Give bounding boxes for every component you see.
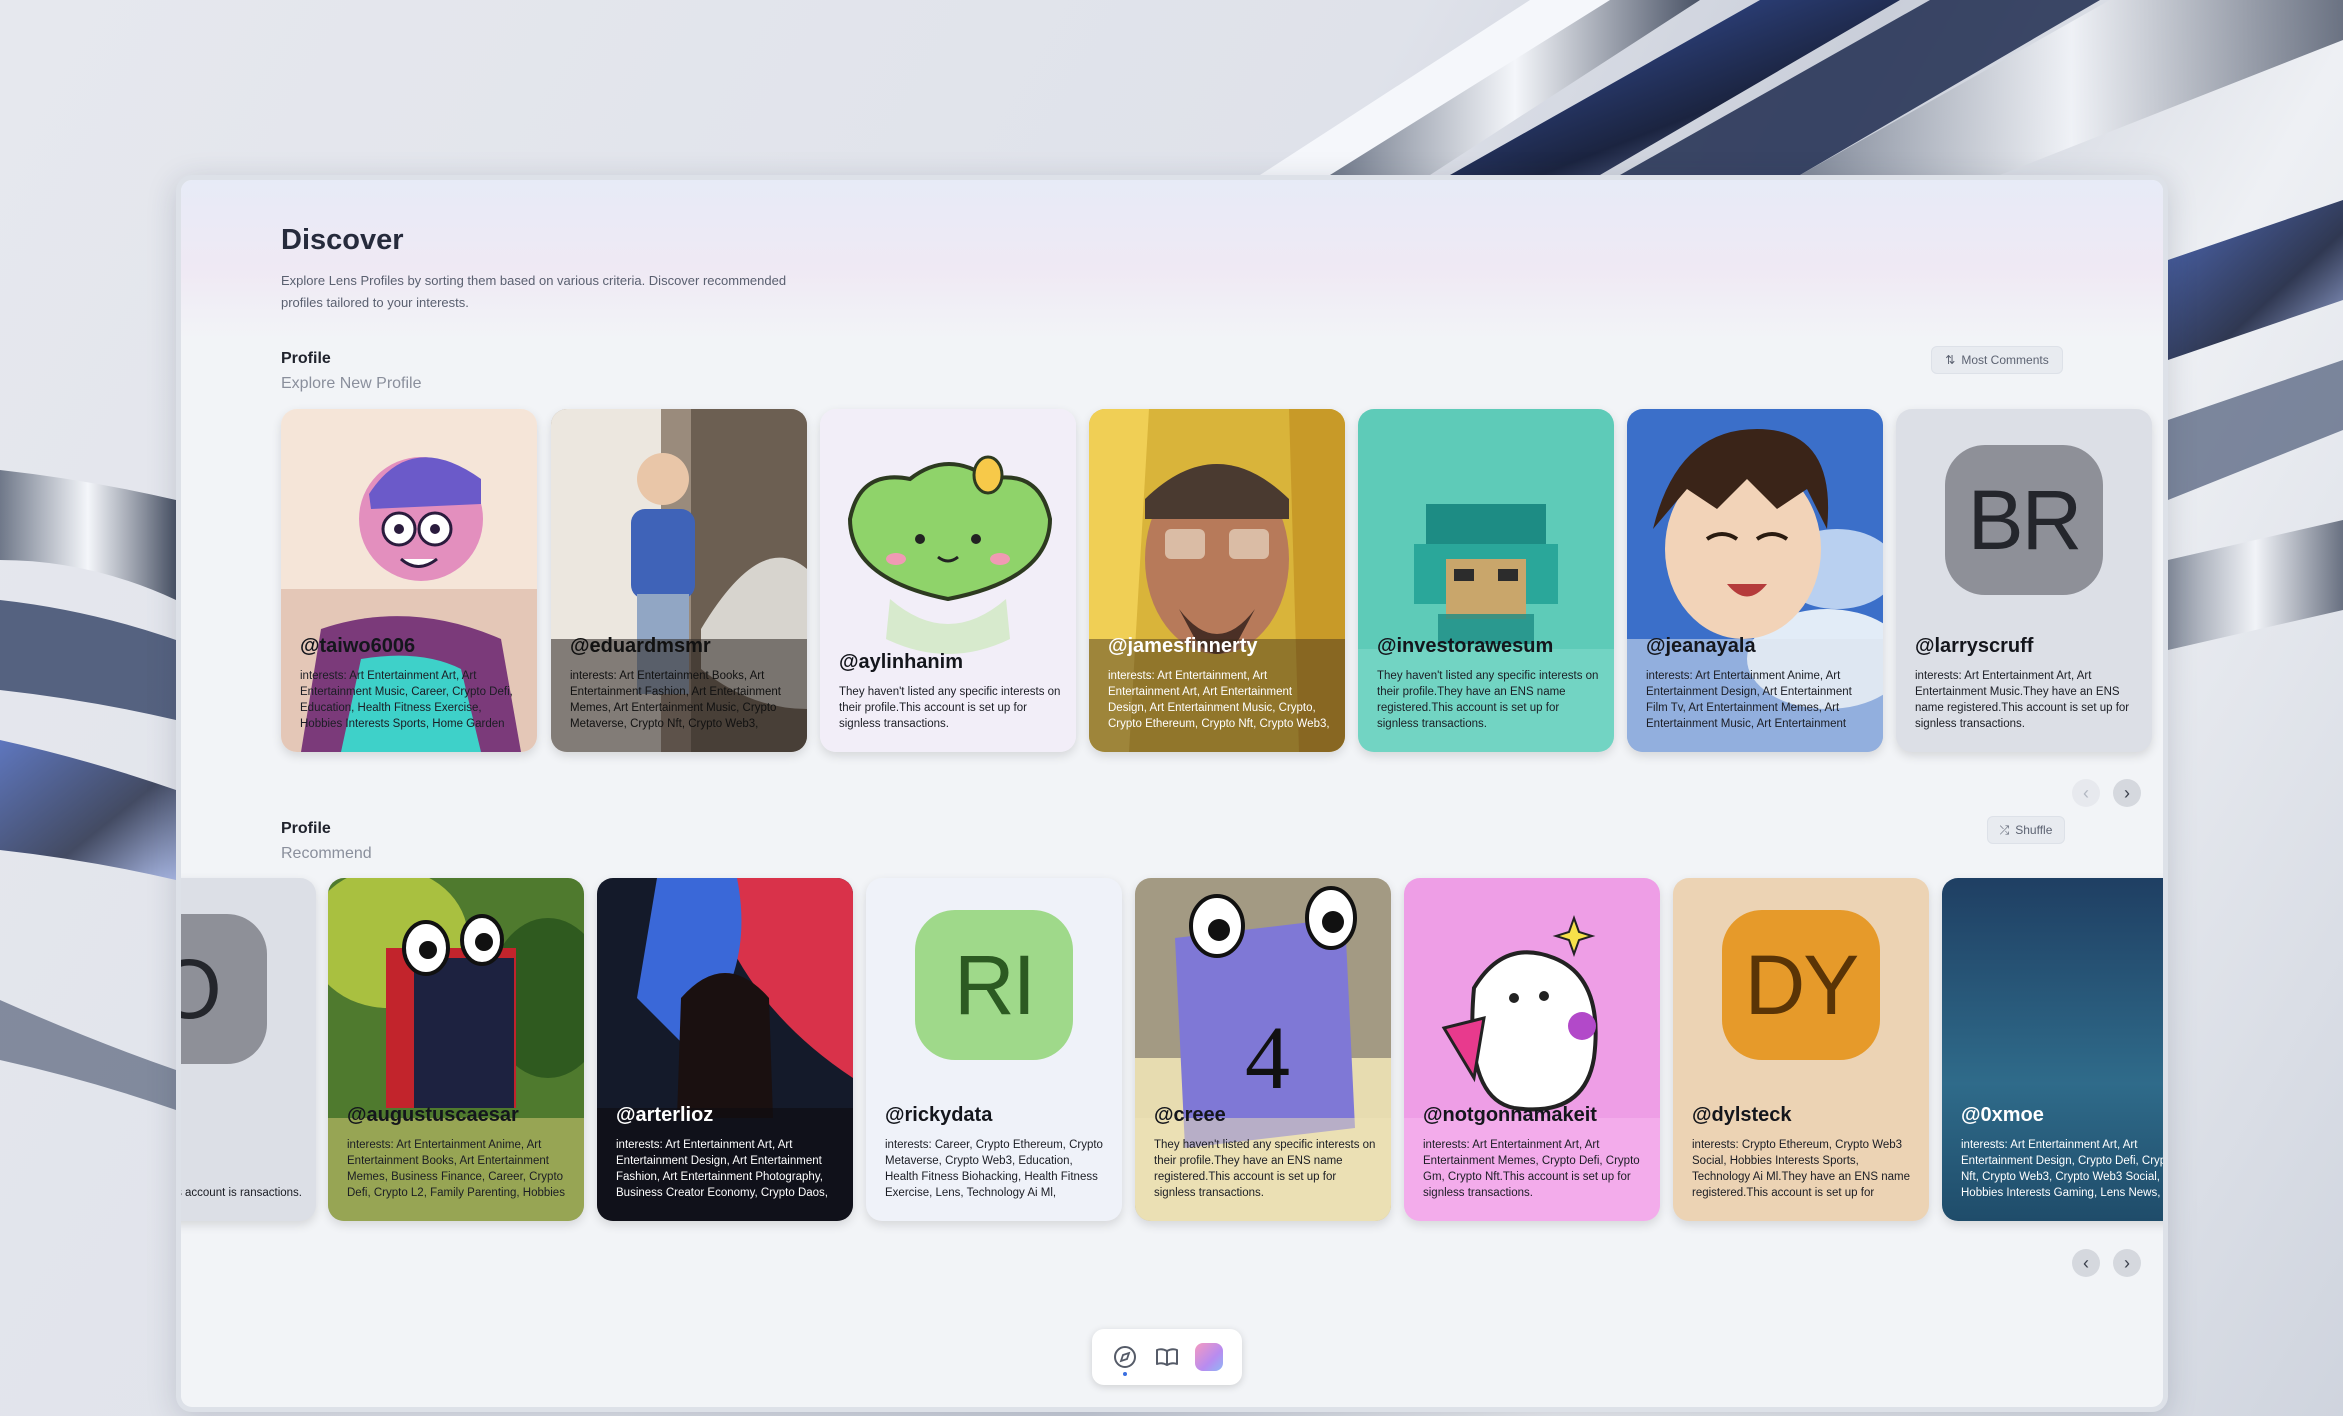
profile-bio: interests: Career, Crypto Ethereum, Cryp… (885, 1139, 1103, 1199)
avatar (1195, 1343, 1223, 1371)
compass-icon (1114, 1346, 1136, 1368)
section-explore-title: Profile (281, 350, 331, 367)
profile-card[interactable]: @jamesfinnerty interests: Art Entertainm… (1089, 409, 1345, 752)
profile-bio: interests: Art Entertainment Art, Art En… (616, 1139, 828, 1199)
profile-info: @arterlioz interests: Art Entertainment … (616, 1104, 839, 1201)
explore-profile-row: @taiwo6006 interests: Art Entertainment … (281, 409, 2163, 752)
profile-handle: @augustuscaesar (347, 1104, 519, 1126)
profile-handle: @arterlioz (616, 1104, 714, 1126)
dock-discover-button[interactable] (1108, 1340, 1142, 1376)
recommend-next-button[interactable]: › (2113, 1249, 2141, 1277)
profile-bio: coin.This account is ransactions. (176, 1187, 302, 1199)
profile-info: @larryscruff interests: Art Entertainmen… (1915, 635, 2138, 732)
dock-library-button[interactable] (1150, 1340, 1184, 1374)
bottom-dock (1092, 1329, 1242, 1385)
profile-handle: @investorawesum (1377, 635, 1554, 657)
profile-info: @rickydata interests: Career, Crypto Eth… (885, 1104, 1108, 1201)
profile-initials-avatar: O (181, 914, 267, 1064)
page-description: Explore Lens Profiles by sorting them ba… (281, 273, 787, 310)
active-indicator (1123, 1372, 1127, 1376)
app-window: Discover Explore Lens Profiles by sortin… (176, 175, 2168, 1412)
profile-bio: interests: Art Entertainment Books, Art … (570, 670, 781, 730)
profile-info: @jamesfinnerty interests: Art Entertainm… (1108, 635, 1331, 732)
recommend-profile-row: O coin.This account is ransactions. @aug… (181, 878, 2167, 1221)
sort-icon: ⇅ (1945, 353, 1956, 367)
profile-card[interactable]: 4 @creee They haven't listed any specifi… (1135, 878, 1391, 1221)
profile-card[interactable]: @notgonnamakeit interests: Art Entertain… (1404, 878, 1660, 1221)
profile-bio: interests: Art Entertainment Art, Art En… (300, 670, 513, 730)
profile-info: @eduardmsmr interests: Art Entertainment… (570, 635, 793, 732)
profile-handle: @rickydata (885, 1104, 993, 1126)
profile-handle: @larryscruff (1915, 635, 2034, 657)
profile-handle: @jamesfinnerty (1108, 635, 1258, 657)
profile-handle: @jeanayala (1646, 635, 1756, 657)
page-title: Discover (281, 224, 404, 256)
profile-handle: @aylinhanim (839, 651, 963, 673)
section-explore-subtitle: Explore New Profile (281, 375, 422, 392)
profile-bio: They haven't listed any specific interes… (1154, 1139, 1376, 1199)
profile-card[interactable]: @aylinhanim They haven't listed any spec… (820, 409, 1076, 752)
dock-profile-button[interactable] (1192, 1340, 1226, 1374)
profile-card[interactable]: @eduardmsmr interests: Art Entertainment… (551, 409, 807, 752)
profile-card[interactable]: RI @rickydata interests: Career, Crypto … (866, 878, 1122, 1221)
sort-most-comments-button[interactable]: ⇅ Most Comments (1931, 346, 2063, 374)
explore-next-button[interactable]: › (2113, 779, 2141, 807)
profile-info: @dylsteck interests: Crypto Ethereum, Cr… (1692, 1104, 1915, 1201)
profile-bio: interests: Art Entertainment, Art Entert… (1108, 670, 1330, 730)
profile-card[interactable]: O coin.This account is ransactions. (176, 878, 316, 1221)
profile-bio: interests: Art Entertainment Anime, Art … (347, 1139, 565, 1199)
profile-info: @creee They haven't listed any specific … (1154, 1104, 1377, 1201)
sort-label: Most Comments (1961, 353, 2049, 367)
profile-card[interactable]: @augustuscaesar interests: Art Entertain… (328, 878, 584, 1221)
profile-card[interactable]: @investorawesum They haven't listed any … (1358, 409, 1614, 752)
profile-info: @notgonnamakeit interests: Art Entertain… (1423, 1104, 1646, 1201)
profile-initials-avatar: DY (1722, 910, 1880, 1060)
profile-card[interactable]: @0xmoe interests: Art Entertainment Art,… (1942, 878, 2167, 1221)
shuffle-label: Shuffle (2015, 823, 2053, 837)
shuffle-button[interactable]: ⤮ Shuffle (1987, 816, 2065, 844)
profile-handle: @taiwo6006 (300, 635, 416, 657)
profile-bio: interests: Crypto Ethereum, Crypto Web3 … (1692, 1139, 1910, 1199)
profile-info: @augustuscaesar interests: Art Entertain… (347, 1104, 570, 1201)
profile-bio: They haven't listed any specific interes… (839, 686, 1061, 730)
profile-info: @investorawesum They haven't listed any … (1377, 635, 1600, 732)
recommend-prev-button[interactable]: ‹ (2072, 1249, 2100, 1277)
section-recommend-title: Profile (281, 820, 331, 837)
shuffle-icon: ⤮ (1999, 822, 2010, 837)
profile-handle: @eduardmsmr (570, 635, 711, 657)
profile-handle: @creee (1154, 1104, 1226, 1126)
profile-bio: interests: Art Entertainment Art, Art En… (1423, 1139, 1640, 1199)
profile-info: coin.This account is ransactions. (176, 1185, 302, 1201)
profile-card[interactable]: @jeanayala interests: Art Entertainment … (1627, 409, 1883, 752)
profile-bio: They haven't listed any specific interes… (1377, 670, 1599, 730)
profile-initials-avatar: BR (1945, 445, 2103, 595)
chevron-left-icon: ‹ (2083, 782, 2089, 803)
profile-bio: interests: Art Entertainment Art, Art En… (1961, 1139, 2167, 1199)
profile-info: @0xmoe interests: Art Entertainment Art,… (1961, 1104, 2167, 1201)
profile-handle: @dylsteck (1692, 1104, 1792, 1126)
profile-handle: @0xmoe (1961, 1104, 2044, 1126)
explore-prev-button[interactable]: ‹ (2072, 779, 2100, 807)
header-background (181, 180, 2163, 340)
profile-bio: interests: Art Entertainment Art, Art En… (1915, 670, 2130, 730)
profile-card[interactable]: @arterlioz interests: Art Entertainment … (597, 878, 853, 1221)
chevron-left-icon: ‹ (2083, 1252, 2089, 1273)
profile-card[interactable]: BR @larryscruff interests: Art Entertain… (1896, 409, 2152, 752)
profile-handle: @notgonnamakeit (1423, 1104, 1597, 1126)
svg-text:4: 4 (1245, 1009, 1290, 1108)
profile-initials-avatar: RI (915, 910, 1073, 1060)
chevron-right-icon: › (2124, 782, 2130, 803)
book-icon (1156, 1348, 1178, 1366)
profile-info: @aylinhanim They haven't listed any spec… (839, 651, 1062, 732)
profile-card[interactable]: @taiwo6006 interests: Art Entertainment … (281, 409, 537, 752)
profile-info: @jeanayala interests: Art Entertainment … (1646, 635, 1869, 732)
profile-info: @taiwo6006 interests: Art Entertainment … (300, 635, 523, 732)
chevron-right-icon: › (2124, 1252, 2130, 1273)
profile-bio: interests: Art Entertainment Anime, Art … (1646, 670, 1852, 730)
section-recommend-subtitle: Recommend (281, 845, 372, 862)
profile-card[interactable]: DY @dylsteck interests: Crypto Ethereum,… (1673, 878, 1929, 1221)
